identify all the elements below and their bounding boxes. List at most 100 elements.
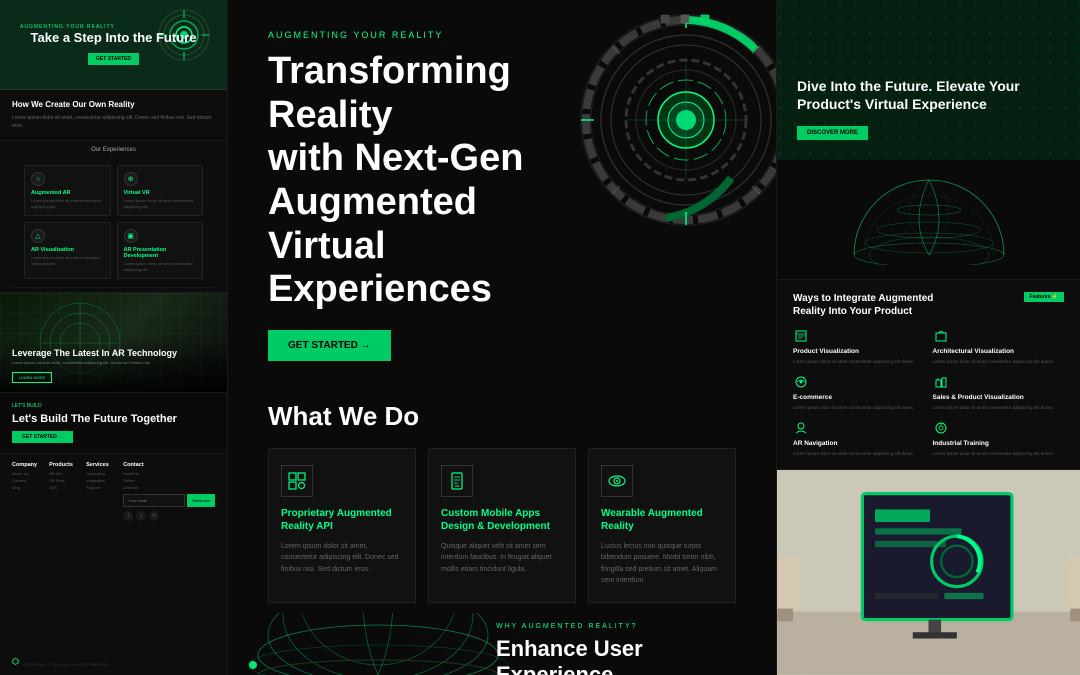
list-item: Architectural Visualization Lorem ipsum …	[933, 328, 1065, 366]
right-hero-cta-button[interactable]: DISCOVER MORE	[797, 126, 868, 140]
feature-title-1: Architectural Visualization	[933, 348, 1065, 355]
integrate-section: Ways to Integrate Augmented Reality Into…	[777, 280, 1080, 470]
feature-desc-1: Lorem ipsum dolor sit amet consectetur a…	[933, 359, 1065, 366]
list-item: Wearable Augmented Reality Luctus lectus…	[588, 448, 736, 603]
main-hero-section: AUGMENTING YOUR REALITY Transforming Rea…	[228, 0, 776, 381]
exp-icon-2: △	[31, 229, 45, 243]
why-ar-section: WHY AUGMENTED REALITY? Enhance User Expe…	[496, 623, 736, 675]
footer-col-company-title: Company	[12, 462, 45, 468]
feature-title-5: Industrial Training	[933, 440, 1065, 447]
feature-icon-5	[933, 420, 949, 436]
list-item: Industrial Training Lorem ipsum dolor si…	[933, 420, 1065, 458]
exp-card-title-2: AR Visualization	[31, 247, 104, 253]
footer-link[interactable]: Support	[86, 485, 119, 490]
feature-icon-2	[793, 374, 809, 390]
footer-link[interactable]: VR Suite	[49, 478, 82, 483]
newsletter-form: Subscribe	[123, 494, 215, 507]
globe-decoration	[248, 613, 508, 675]
list-item: ▣ AR Presentation Development Lorem ipsu…	[117, 222, 204, 279]
newsletter-input[interactable]	[123, 494, 185, 507]
why-title-line2: Experience, Education,	[496, 662, 620, 675]
footer-col-products-title: Products	[49, 462, 82, 468]
what-we-do-section: What We Do Proprietary Augmented Reality…	[228, 381, 776, 613]
ar-technology-overlay: Leverage The Latest In AR Technology Lor…	[0, 338, 227, 392]
left-footer: Company About Us Careers Blog Products A…	[0, 454, 227, 675]
feature-desc-3: Lorem ipsum dolor sit amet consectetur a…	[933, 405, 1065, 412]
facebook-icon[interactable]: f	[123, 511, 133, 521]
left-hero-title: Take a Step Into the Future	[31, 30, 197, 47]
build-together-section: LET'S BUILD Let's Build The Future Toget…	[0, 393, 227, 454]
right-photo-section	[777, 470, 1080, 675]
feature-icon-3	[933, 374, 949, 390]
instagram-icon[interactable]: in	[149, 511, 159, 521]
list-item: Proprietary Augmented Reality API Lorem …	[268, 448, 416, 603]
footer-col-services: Services Consulting Integration Support	[86, 462, 119, 521]
service-title-1: Custom Mobile Apps Design & Development	[441, 507, 563, 533]
exp-card-desc-3: Lorem ipsum dolor sit amet consectetur a…	[124, 261, 197, 272]
service-desc-0: Lorem ipsum dolor sit amet, consectetur …	[281, 541, 403, 575]
build-title: Let's Build The Future Together	[12, 413, 215, 425]
footer-col-contact-title: Contact	[123, 462, 215, 468]
footer-link[interactable]: AR API	[49, 471, 82, 476]
bottom-section: WHY AUGMENTED REALITY? Enhance User Expe…	[228, 613, 776, 675]
footer-link[interactable]: Careers	[12, 478, 45, 483]
footer-link[interactable]: LinkedIn	[123, 485, 215, 490]
footer-link[interactable]: Twitter	[123, 478, 215, 483]
features-grid: Product Visualization Lorem ipsum dolor …	[793, 328, 1064, 457]
list-item: ○ Augmented AR Lorem ipsum dolor sit ame…	[24, 165, 111, 216]
feature-title-3: Sales & Product Visualization	[933, 394, 1065, 401]
service-desc-2: Luctus lectus non quisque turpis bibendu…	[601, 541, 723, 586]
ar-technology-desc: Lorem ipsum dolor sit amet, consectetur …	[12, 360, 215, 366]
ar-technology-btn[interactable]: LEARN MORE	[12, 372, 52, 383]
exp-card-desc-0: Lorem ipsum dolor sit amet consectetur a…	[31, 198, 104, 209]
main-hero-cta-button[interactable]: GET STARTED →	[268, 330, 391, 361]
experiences-section: Our Experiences ○ Augmented AR Lorem ips…	[0, 141, 227, 293]
ar-technology-section: Leverage The Latest In AR Technology Lor…	[0, 293, 227, 393]
what-we-do-title: What We Do	[268, 401, 736, 432]
exp-card-title-1: Virtual VR	[124, 190, 197, 196]
twitter-icon[interactable]: t	[136, 511, 146, 521]
why-title-line1: Enhance User	[496, 636, 643, 661]
footer-link[interactable]: Integration	[86, 478, 119, 483]
left-hero-cta-button[interactable]: GET STARTED	[88, 53, 139, 65]
feature-title-4: AR Navigation	[793, 440, 925, 447]
feature-desc-0: Lorem ipsum dolor sit amet consectetur a…	[793, 359, 925, 366]
list-item: △ AR Visualization Lorem ipsum dolor sit…	[24, 222, 111, 279]
build-tag: LET'S BUILD	[12, 403, 215, 409]
hero-title-line4: Experiences	[268, 268, 492, 310]
hero-title-line1: Transforming Reality	[268, 50, 511, 136]
exp-icon-0: ○	[31, 172, 45, 186]
how-section-title: How We Create Our Own Reality	[12, 100, 215, 109]
integrate-header: Ways to Integrate Augmented Reality Into…	[793, 292, 1064, 318]
left-hero-section: AUGMENTING YOUR REALITY Take a Step Into…	[0, 0, 227, 90]
list-item: AR Navigation Lorem ipsum dolor sit amet…	[793, 420, 925, 458]
footer-col-services-title: Services	[86, 462, 119, 468]
dome-section	[777, 160, 1080, 280]
exp-card-desc-2: Lorem ipsum dolor sit amet consectetur a…	[31, 255, 104, 266]
feature-icon-1	[933, 328, 949, 344]
service-title-2: Wearable Augmented Reality	[601, 507, 723, 533]
service-icon-2	[601, 465, 633, 497]
right-hero-section: Dive Into the Future. Elevate Your Produ…	[777, 0, 1080, 160]
build-cta-button[interactable]: GET STARTED →	[12, 431, 73, 443]
footer-link[interactable]: Email Us	[123, 471, 215, 476]
interior-image	[777, 470, 1080, 675]
list-item: Sales & Product Visualization Lorem ipsu…	[933, 374, 1065, 412]
feature-desc-4: Lorem ipsum dolor sit amet consectetur a…	[793, 451, 925, 458]
left-panel: AUGMENTING YOUR REALITY Take a Step Into…	[0, 0, 228, 675]
feature-desc-2: Lorem ipsum dolor sit amet consectetur a…	[793, 405, 925, 412]
integrate-title: Ways to Integrate Augmented Reality Into…	[793, 292, 953, 318]
main-hero-title: Transforming Reality with Next-Gen Augme…	[268, 50, 568, 312]
exp-icon-1: ⊕	[124, 172, 138, 186]
footer-copyright: COPYRIGHT © 2024. ALL RIGHTS RESERVED.	[23, 662, 110, 667]
footer-link[interactable]: SDK	[49, 485, 82, 490]
hero-title-line2: with Next-Gen	[268, 137, 523, 179]
footer-link[interactable]: Blog	[12, 485, 45, 490]
experiences-grid: ○ Augmented AR Lorem ipsum dolor sit ame…	[12, 157, 215, 288]
footer-link[interactable]: Consulting	[86, 471, 119, 476]
newsletter-button[interactable]: Subscribe	[187, 494, 215, 507]
list-item: Custom Mobile Apps Design & Development …	[428, 448, 576, 603]
footer-link[interactable]: About Us	[12, 471, 45, 476]
service-icon-0	[281, 465, 313, 497]
footer-col-contact: Contact Email Us Twitter LinkedIn Subscr…	[123, 462, 215, 521]
